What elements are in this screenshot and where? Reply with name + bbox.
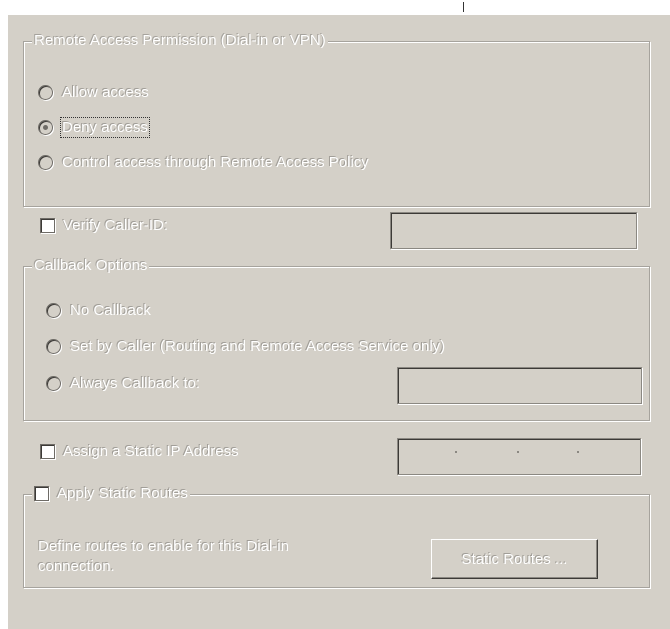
no-callback-radio[interactable]: [46, 303, 61, 318]
remote-access-permission-group: Remote Access Permission (Dial-in or VPN…: [23, 32, 650, 207]
static-ip-label: Assign a Static IP Address: [63, 443, 239, 460]
deny-access-radio[interactable]: [38, 120, 53, 135]
top-strip: [0, 0, 670, 15]
no-callback-label: No Callback: [70, 302, 151, 319]
ip-separator-dot: [577, 451, 579, 453]
static-routes-description: Define routes to enable for this Dial-in…: [38, 537, 289, 577]
apply-static-routes-checkbox[interactable]: [34, 486, 49, 501]
verify-caller-id-row[interactable]: Verify Caller-ID:: [40, 217, 168, 234]
callback-options-legend: Callback Options: [32, 257, 150, 274]
allow-access-radio[interactable]: [38, 85, 53, 100]
static-ip-row[interactable]: Assign a Static IP Address: [40, 443, 239, 460]
dial-in-properties-panel: Remote Access Permission (Dial-in or VPN…: [8, 15, 670, 629]
callback-options-group: Callback Options No Callback Set by Call…: [23, 257, 650, 421]
always-callback-radio[interactable]: [46, 376, 61, 391]
always-callback-label: Always Callback to:: [70, 375, 201, 392]
remote-access-permission-legend: Remote Access Permission (Dial-in or VPN…: [32, 32, 328, 49]
verify-caller-id-checkbox[interactable]: [40, 218, 55, 233]
verify-caller-id-field[interactable]: [390, 212, 637, 249]
apply-static-routes-label: Apply Static Routes: [57, 485, 188, 502]
allow-access-radio-row[interactable]: Allow access: [38, 84, 149, 101]
callback-number-field[interactable]: [397, 367, 642, 404]
separator-mark: [463, 2, 464, 12]
no-callback-radio-row[interactable]: No Callback: [46, 302, 151, 319]
always-callback-radio-row[interactable]: Always Callback to:: [46, 375, 200, 392]
control-access-policy-label: Control access through Remote Access Pol…: [62, 154, 369, 171]
ip-separator-dot: [455, 451, 457, 453]
set-by-caller-radio[interactable]: [46, 339, 61, 354]
verify-caller-id-label: Verify Caller-ID:: [63, 217, 169, 234]
static-routes-group: Apply Static Routes Define routes to ena…: [23, 485, 650, 588]
allow-access-label: Allow access: [62, 84, 149, 101]
static-ip-field[interactable]: [397, 438, 641, 475]
ip-separator-dot: [517, 451, 519, 453]
control-access-policy-radio[interactable]: [38, 155, 53, 170]
set-by-caller-radio-row[interactable]: Set by Caller (Routing and Remote Access…: [46, 338, 445, 355]
control-access-policy-radio-row[interactable]: Control access through Remote Access Pol…: [38, 154, 369, 171]
static-routes-button-label: Static Routes ...: [461, 550, 568, 568]
static-routes-button[interactable]: Static Routes ...: [431, 539, 598, 579]
static-routes-description-line1: Define routes to enable for this Dial-in: [38, 538, 289, 555]
deny-access-radio-row[interactable]: Deny access: [38, 117, 150, 138]
apply-static-routes-row[interactable]: Apply Static Routes: [32, 485, 190, 502]
static-routes-description-line2: connection.: [38, 558, 115, 575]
static-ip-checkbox[interactable]: [40, 444, 55, 459]
set-by-caller-label: Set by Caller (Routing and Remote Access…: [70, 338, 446, 355]
deny-access-label: Deny access: [60, 117, 150, 138]
